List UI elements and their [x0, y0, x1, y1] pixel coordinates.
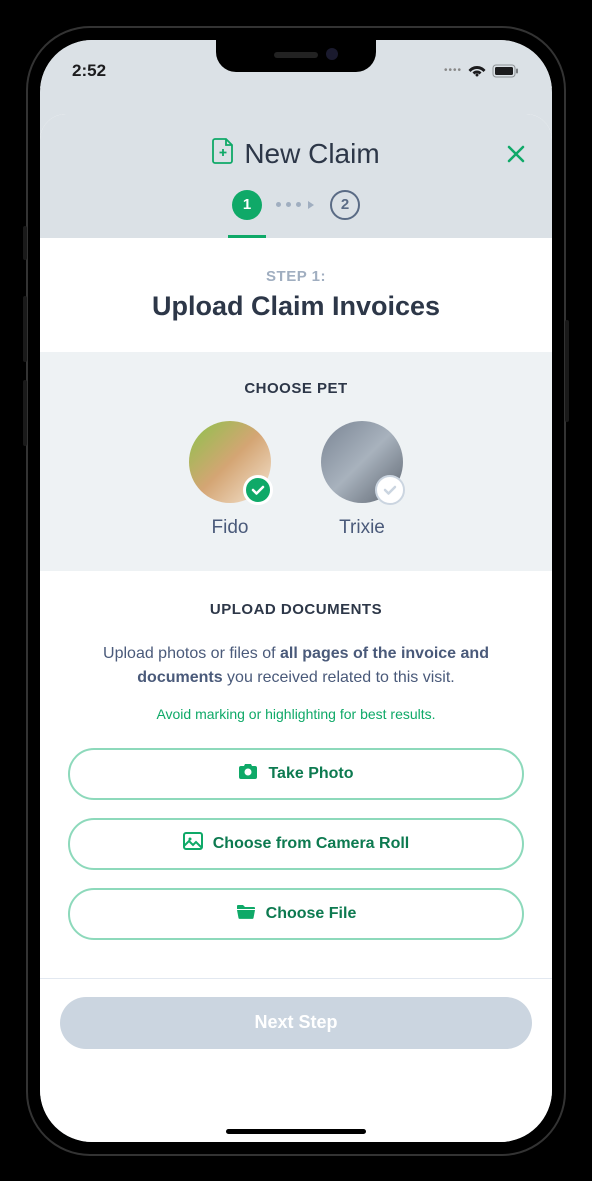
upload-description: Upload photos or files of all pages of t… — [68, 642, 524, 690]
wifi-icon — [468, 64, 486, 78]
document-plus-icon — [212, 138, 234, 169]
volume-down — [23, 380, 27, 446]
check-icon — [243, 475, 273, 505]
home-indicator[interactable] — [226, 1129, 366, 1134]
phone-frame: 2:52 •••• New Claim — [26, 26, 566, 1156]
choose-file-button[interactable]: Choose File — [68, 888, 524, 940]
step-1[interactable]: 1 — [232, 190, 262, 220]
battery-icon — [492, 64, 520, 78]
status-time: 2:52 — [72, 61, 106, 81]
step-label: STEP 1: — [40, 238, 552, 291]
status-icons: •••• — [444, 64, 520, 78]
modal-title: New Claim — [244, 138, 379, 170]
button-label: Choose File — [266, 905, 357, 923]
pet-avatar — [321, 421, 403, 503]
footer: Next Step — [40, 978, 552, 1067]
new-claim-modal: New Claim 1 2 STEP 1: Upload Claim Invoi… — [40, 114, 552, 1142]
take-photo-button[interactable]: Take Photo — [68, 748, 524, 800]
check-icon — [375, 475, 405, 505]
camera-roll-button[interactable]: Choose from Camera Roll — [68, 818, 524, 870]
modal-header: New Claim 1 2 — [40, 114, 552, 238]
pet-avatar — [189, 421, 271, 503]
phone-screen: 2:52 •••• New Claim — [40, 40, 552, 1142]
choose-pet-section: CHOOSE PET Fido — [40, 352, 552, 571]
close-button[interactable] — [506, 144, 526, 169]
content: STEP 1: Upload Claim Invoices CHOOSE PET… — [40, 238, 552, 1067]
pet-fido[interactable]: Fido — [189, 421, 271, 539]
upload-section: UPLOAD DOCUMENTS Upload photos or files … — [40, 571, 552, 978]
title-row: New Claim — [60, 138, 532, 170]
button-label: Choose from Camera Roll — [213, 835, 409, 853]
stepper: 1 2 — [60, 190, 532, 238]
folder-icon — [236, 903, 256, 924]
pet-name: Trixie — [339, 517, 385, 539]
volume-up — [23, 296, 27, 362]
power-button — [565, 320, 569, 422]
mute-switch — [23, 226, 27, 260]
cellular-icon: •••• — [444, 65, 462, 76]
choose-pet-label: CHOOSE PET — [60, 380, 532, 397]
pet-trixie[interactable]: Trixie — [321, 421, 403, 539]
step-2[interactable]: 2 — [330, 190, 360, 220]
button-label: Take Photo — [268, 765, 353, 783]
pet-list: Fido Trixie — [60, 421, 532, 539]
notch — [216, 40, 376, 72]
next-step-button[interactable]: Next Step — [60, 997, 532, 1049]
image-icon — [183, 832, 203, 855]
upload-label: UPLOAD DOCUMENTS — [68, 601, 524, 618]
camera-icon — [238, 762, 258, 785]
step-title: Upload Claim Invoices — [40, 291, 552, 352]
step-dots — [276, 200, 316, 210]
upload-hint: Avoid marking or highlighting for best r… — [68, 706, 524, 722]
pet-name: Fido — [212, 517, 249, 539]
